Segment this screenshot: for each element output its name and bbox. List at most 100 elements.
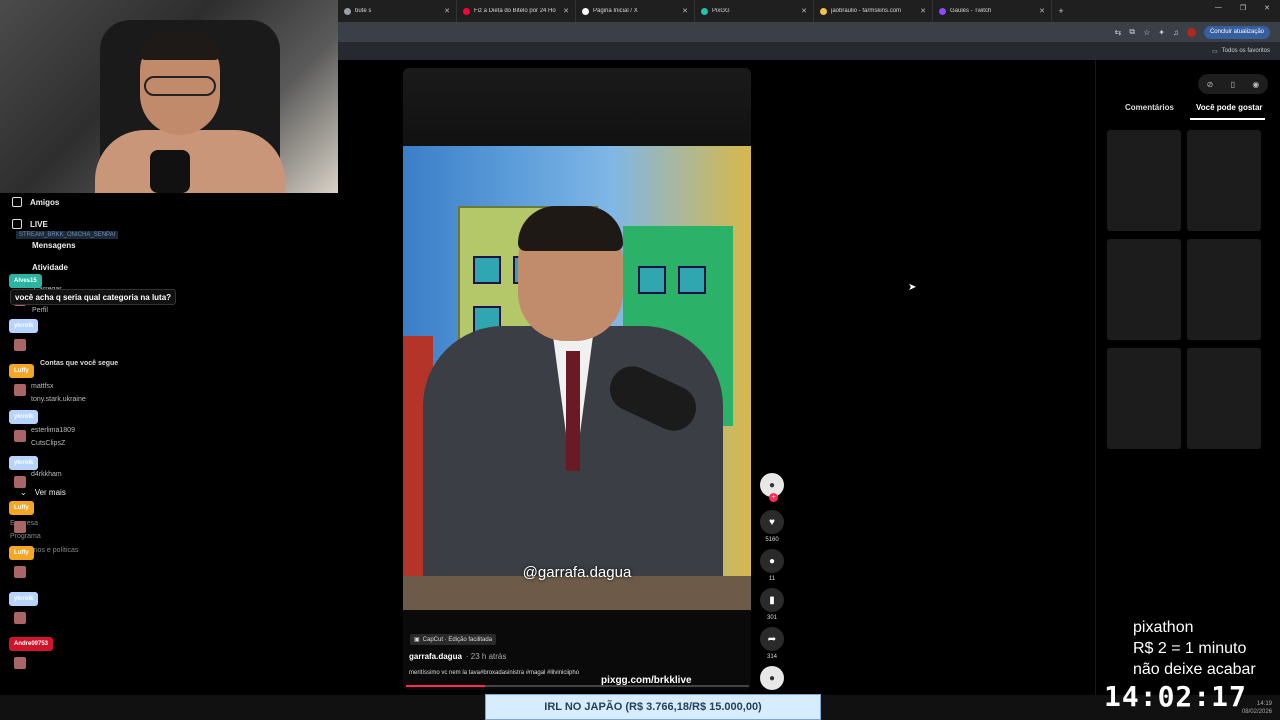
- following-account-1[interactable]: tony.stark.ukraine: [31, 396, 86, 403]
- comment-icon: ●: [760, 549, 784, 573]
- tab-label: Página Inicial / X: [593, 8, 638, 14]
- video-progress-bar[interactable]: [406, 685, 749, 687]
- close-tab-icon[interactable]: ✕: [801, 7, 807, 15]
- close-tab-icon[interactable]: ✕: [563, 7, 569, 15]
- sidebar-item-label: Amigos: [30, 197, 60, 207]
- profile-avatar-icon[interactable]: [1186, 27, 1196, 37]
- follow-plus-icon[interactable]: +: [769, 493, 778, 502]
- account-avatar-icon[interactable]: ◉: [1252, 80, 1259, 89]
- video-author[interactable]: garrafa.dagua · 23 h atrás: [409, 652, 506, 661]
- person-hair: [518, 206, 623, 251]
- tab-voce-pode-gostar[interactable]: Você pode gostar: [1196, 103, 1263, 112]
- browser-tab-3[interactable]: PixGG ✕: [695, 0, 814, 22]
- suggested-video-thumbnail[interactable]: [1107, 348, 1181, 449]
- no-entry-icon[interactable]: ⊘: [1207, 80, 1214, 89]
- sound-avatar-button[interactable]: ●: [760, 666, 784, 690]
- stream-title-tag: STREAM_BRKK_ONICHA_SENPAI: [16, 231, 119, 239]
- save-button[interactable]: ▮ 301: [760, 588, 784, 621]
- donation-goal-bar: IRL NO JAPÃO (R$ 3.766,18/R$ 15.000,00): [485, 694, 821, 720]
- streamer-glasses: [144, 76, 216, 96]
- browser-tab-2[interactable]: Página Inicial / X ✕: [576, 0, 695, 22]
- suggested-video-thumbnail[interactable]: [1187, 348, 1261, 449]
- install-app-icon[interactable]: ⧉: [1129, 27, 1135, 37]
- twitch-icon: [939, 7, 946, 15]
- browser-tab-4[interactable]: jaobraulio - farmskins.com ✕: [814, 0, 933, 22]
- live-icon: [12, 219, 22, 229]
- heart-icon: ♥: [760, 510, 784, 534]
- music-disc-icon: ●: [760, 666, 784, 690]
- suggested-video-thumbnail[interactable]: [1107, 130, 1181, 231]
- see-more-link[interactable]: ⌄ Ver mais: [20, 488, 66, 497]
- streamer-body: [95, 130, 285, 193]
- building-window: [638, 266, 666, 294]
- suggested-video-thumbnail[interactable]: [1107, 239, 1181, 340]
- capcut-badge[interactable]: ▣ CapCut · Edição facilitada: [410, 634, 497, 645]
- close-window-icon[interactable]: ✕: [1264, 4, 1270, 12]
- tab-label: Fiz a Dieta do Bitelo por 24 Ho: [474, 8, 556, 14]
- pixgg-icon: [701, 7, 708, 15]
- browser-tab-1[interactable]: Fiz a Dieta do Bitelo por 24 Ho ✕: [457, 0, 576, 22]
- tab-label: bute s: [355, 8, 372, 14]
- device-icon[interactable]: ▯: [1231, 80, 1235, 89]
- video-info-area: [403, 610, 751, 690]
- sidebar-item-amigos[interactable]: Amigos: [12, 197, 59, 207]
- sidebar-item-mensagens[interactable]: Mensagens: [32, 241, 76, 250]
- share-icon: ➦: [760, 627, 784, 651]
- browser-tab-0[interactable]: bute s ✕: [338, 0, 457, 22]
- chat-username-badge: ylcrolk: [9, 410, 39, 424]
- maximize-icon[interactable]: ❐: [1240, 4, 1246, 12]
- sidebar-item-live[interactable]: LIVE: [12, 219, 48, 229]
- pixathon-rate: R$ 2 = 1 minuto: [1133, 640, 1247, 657]
- chat-message: você acha q seria qual categoria na luta…: [10, 289, 177, 305]
- webcam-microphone: [150, 150, 190, 193]
- share-button[interactable]: ➦ 314: [760, 627, 784, 660]
- new-tab-button[interactable]: +: [1052, 6, 1070, 16]
- like-button[interactable]: ♥ 5160: [760, 510, 784, 543]
- building-window: [678, 266, 706, 294]
- bookmark-star-icon[interactable]: ☆: [1143, 28, 1150, 37]
- footer-programa[interactable]: Programa: [10, 533, 41, 540]
- close-tab-icon[interactable]: ✕: [682, 7, 688, 15]
- tab-label: PixGG: [712, 8, 730, 14]
- minimize-icon[interactable]: —: [1215, 4, 1222, 12]
- following-account-2[interactable]: esterlima1809: [31, 427, 75, 434]
- like-count: 5160: [765, 537, 779, 543]
- sidebar-item-perfil[interactable]: Perfil: [32, 307, 48, 314]
- chat-user-avatar: [14, 612, 26, 624]
- suggested-video-thumbnail[interactable]: [1187, 239, 1261, 340]
- sidebar-item-atividade[interactable]: Atividade: [32, 263, 68, 272]
- following-account-4[interactable]: d4rkkham: [31, 471, 62, 478]
- sidebar-item-label: LIVE: [30, 219, 48, 229]
- save-count: 301: [766, 615, 777, 621]
- author-avatar-button[interactable]: ● +: [760, 473, 784, 502]
- translate-icon[interactable]: ⇆: [1115, 28, 1122, 37]
- capcut-label: CapCut · Edição facilitada: [422, 636, 493, 643]
- following-account-3[interactable]: CutsClipsZ: [31, 440, 65, 447]
- building-window: [473, 256, 501, 284]
- browser-tab-5[interactable]: Gaules - Twitch ✕: [933, 0, 1052, 22]
- video-watermark-handle: @garrafa.dagua: [522, 564, 632, 581]
- extensions-icon[interactable]: ✦: [1158, 28, 1165, 37]
- close-tab-icon[interactable]: ✕: [920, 7, 926, 15]
- streamer-hair: [140, 32, 220, 60]
- tab-label: jaobraulio - farmskins.com: [831, 8, 902, 14]
- tab-comentarios[interactable]: Comentários: [1125, 103, 1174, 112]
- friends-icon: [12, 197, 22, 207]
- browser-tab-bar: bute s ✕ Fiz a Dieta do Bitelo por 24 Ho ✕…: [338, 0, 1280, 22]
- tab-label: Gaules - Twitch: [950, 8, 992, 14]
- comment-button[interactable]: ● 11: [760, 549, 784, 582]
- all-bookmarks-link[interactable]: Todos os favoritos: [1222, 48, 1270, 54]
- suggested-video-thumbnail[interactable]: [1187, 130, 1261, 231]
- chevron-down-icon: ⌄: [20, 488, 27, 497]
- close-tab-icon[interactable]: ✕: [444, 7, 450, 15]
- following-account-0[interactable]: mattfsx: [31, 383, 54, 390]
- system-tray-clock: 14:19 08/02/2026: [1242, 700, 1272, 716]
- chat-user-avatar: [14, 476, 26, 488]
- media-icon[interactable]: ♫: [1173, 28, 1179, 37]
- video-top-area: [403, 68, 751, 146]
- mouse-cursor-icon: ➤: [908, 282, 917, 293]
- update-button[interactable]: Concluir atualização: [1203, 25, 1270, 39]
- bookmarks-bar: ▭ Todos os favoritos: [338, 42, 1280, 60]
- close-tab-icon[interactable]: ✕: [1039, 7, 1045, 15]
- video-player[interactable]: @garrafa.dagua: [403, 146, 751, 610]
